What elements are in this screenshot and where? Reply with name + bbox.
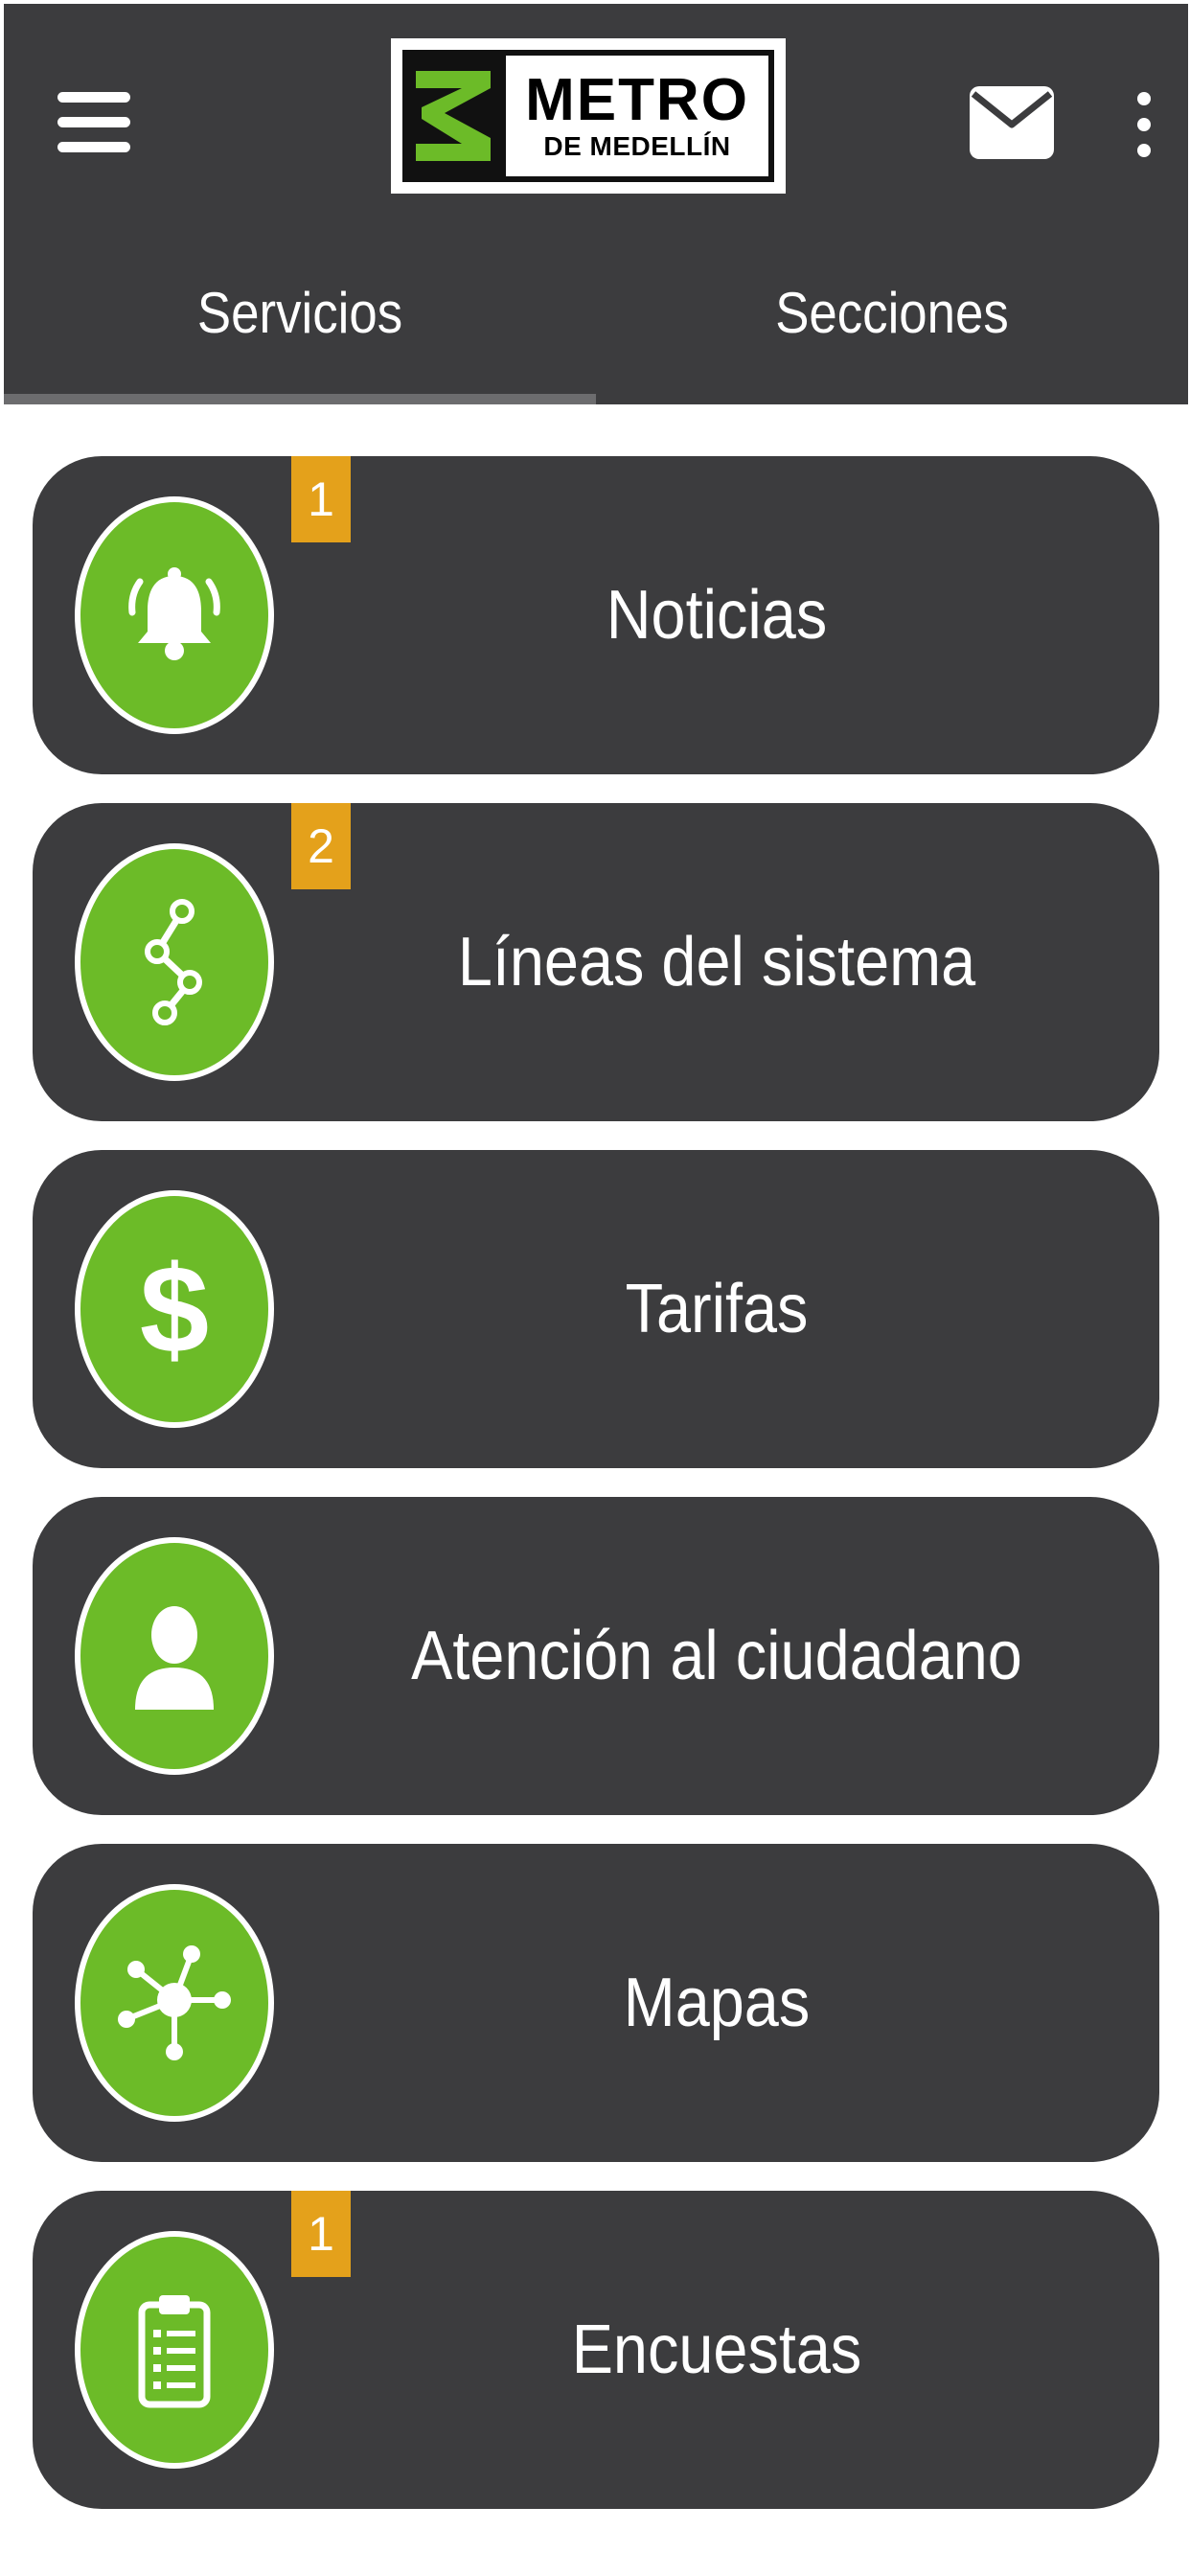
dollar-icon: $ — [75, 1190, 274, 1428]
bell-icon — [75, 496, 274, 734]
network-icon — [75, 1884, 274, 2122]
logo-subtitle: DE MEDELLÍN — [543, 131, 731, 161]
person-icon — [75, 1537, 274, 1775]
list-item-lineas[interactable]: 2 Líneas del sistema — [33, 803, 1159, 1121]
list-item-atencion[interactable]: Atención al ciudadano — [33, 1497, 1159, 1815]
list-item-noticias[interactable]: 1 Noticias — [33, 456, 1159, 774]
list-item-label: Encuestas — [571, 2312, 862, 2388]
logo-title: METRO — [525, 67, 749, 133]
svg-text:$: $ — [140, 1239, 209, 1379]
tab-indicator — [4, 394, 596, 404]
list-item-mapas[interactable]: Mapas — [33, 1844, 1159, 2162]
list-item-label: Tarifas — [625, 1271, 809, 1347]
list-item-label: Atención al ciudadano — [411, 1618, 1022, 1694]
tab-secciones[interactable]: Secciones — [631, 220, 1153, 404]
envelope-icon[interactable] — [966, 80, 1058, 165]
list-item-label: Mapas — [623, 1965, 811, 2041]
metro-logo: METRO DE MEDELLÍN — [391, 38, 786, 194]
list-item-tarifas[interactable]: $ Tarifas — [33, 1150, 1159, 1468]
app-bar: METRO DE MEDELLÍN — [4, 4, 1188, 220]
tab-bar: Servicios Secciones — [4, 220, 1188, 404]
more-vertical-icon[interactable] — [1127, 88, 1161, 161]
list-item-label: Líneas del sistema — [457, 924, 976, 1000]
route-icon — [75, 843, 274, 1081]
tab-servicios[interactable]: Servicios — [39, 220, 561, 404]
metro-logo-mark — [402, 50, 506, 182]
list-item-label: Noticias — [606, 577, 828, 654]
services-list: 1 Noticias 2 Líneas del sistema $ Tarifa… — [33, 456, 1159, 2538]
clipboard-icon — [75, 2231, 274, 2469]
hamburger-icon[interactable] — [46, 82, 142, 163]
list-item-encuestas[interactable]: 1 Encuestas — [33, 2191, 1159, 2509]
